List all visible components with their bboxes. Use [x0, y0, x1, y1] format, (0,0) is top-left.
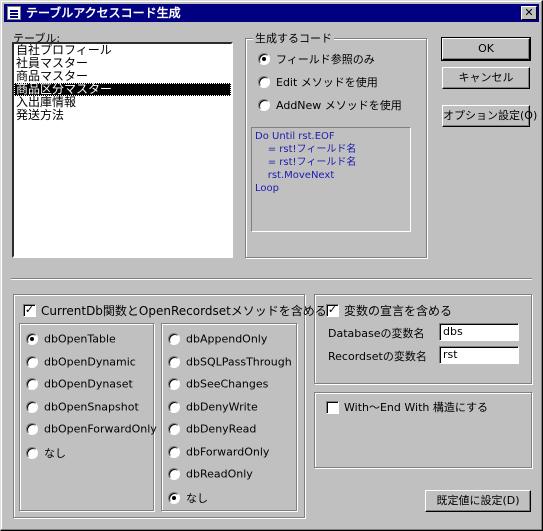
- open-option-radio[interactable]: dbForwardOnly: [168, 445, 269, 461]
- type-group: [19, 323, 154, 511]
- open-option-radio[interactable]: dbDenyWrite: [168, 400, 258, 416]
- open-type-radio[interactable]: なし: [26, 445, 66, 461]
- separator: [11, 278, 532, 280]
- db-var-input[interactable]: dbs: [439, 323, 519, 341]
- include-open-check: ✓: [23, 303, 36, 317]
- include-var-checkbox[interactable]: ✓ 変数の宣言を含める: [326, 302, 452, 318]
- open-option-radio-label: dbReadOnly: [186, 467, 253, 481]
- close-button[interactable]: ✕: [521, 6, 537, 20]
- open-option-radio[interactable]: dbSQLPassThrough: [168, 355, 292, 371]
- code-gen-radio[interactable]: AddNew メソッドを使用: [258, 97, 402, 113]
- open-type-radio-label: なし: [44, 446, 66, 460]
- code-line: Loop: [255, 183, 279, 194]
- code-gen-radio[interactable]: Edit メソッドを使用: [258, 74, 378, 90]
- open-type-radio-label: dbOpenForwardOnly: [44, 422, 157, 436]
- window-title: テーブルアクセスコード生成: [26, 6, 181, 20]
- title-bar[interactable]: テーブルアクセスコード生成 ✕: [4, 4, 539, 22]
- radio-button: [168, 468, 180, 480]
- radio-button: [26, 333, 38, 345]
- radio-button: [168, 355, 180, 368]
- open-option-radio-label: なし: [186, 491, 208, 505]
- code-gen-title: 生成するコード: [253, 30, 334, 46]
- radio-button: [168, 333, 180, 345]
- db-var-label: Databaseの変数名: [328, 327, 425, 340]
- open-type-radio[interactable]: dbOpenSnapshot: [26, 400, 139, 416]
- include-var-check: ✓: [326, 303, 339, 317]
- radio-button: [168, 445, 180, 458]
- open-type-radio-label: dbOpenDynaset: [44, 377, 133, 391]
- with-check: [326, 400, 339, 414]
- code-line: rst.MoveNext: [255, 170, 335, 181]
- rs-var-input[interactable]: rst: [439, 346, 519, 364]
- open-option-radio[interactable]: dbDenyRead: [168, 422, 256, 438]
- radio-button: [26, 446, 38, 459]
- open-type-radio[interactable]: dbOpenTable: [26, 332, 116, 348]
- with-checkbox[interactable]: With～End With 構造にする: [326, 399, 488, 415]
- open-option-radio-label: dbSQLPassThrough: [186, 355, 292, 368]
- code-preview: Do Until rst.EOF = rst!フィールド名 = rst!フィール…: [251, 127, 411, 232]
- table-listbox[interactable]: 自社プロフィール 社員マスター 商品マスター 商品区分マスター 入出庫情報 発送方法: [12, 42, 233, 258]
- code-line: Do Until rst.EOF: [255, 131, 335, 142]
- radio-button: [168, 378, 180, 390]
- open-type-radio-label: dbOpenTable: [44, 332, 116, 346]
- code-gen-radio-label: AddNew メソッドを使用: [276, 99, 402, 112]
- code-line: = rst!フィールド名: [255, 157, 357, 168]
- open-option-radio[interactable]: dbAppendOnly: [168, 332, 267, 348]
- radio-button: [258, 53, 270, 65]
- open-type-radio-label: dbOpenDynamic: [44, 355, 136, 368]
- radio-button: [26, 378, 38, 390]
- include-open-checkbox[interactable]: ✓ CurrentDb関数とOpenRecordsetメソッドを含める: [23, 302, 327, 318]
- open-option-radio-label: dbDenyRead: [186, 422, 257, 436]
- table-list-item[interactable]: 発送方法: [14, 109, 231, 122]
- code-gen-radio-label: Edit メソッドを使用: [276, 76, 378, 89]
- radio-button: [258, 76, 270, 88]
- open-option-radio[interactable]: なし: [168, 490, 208, 506]
- code-gen-radio[interactable]: フィールド参照のみ: [258, 51, 375, 67]
- open-option-radio-label: dbDenyWrite: [186, 400, 258, 413]
- options-button[interactable]: オプション設定(O): [442, 105, 537, 127]
- open-type-radio-label: dbOpenSnapshot: [44, 400, 139, 413]
- include-var-label: 変数の宣言を含める: [344, 304, 453, 318]
- open-type-radio[interactable]: dbOpenDynaset: [26, 377, 133, 393]
- radio-button: [168, 491, 180, 504]
- open-option-radio-label: dbAppendOnly: [186, 332, 268, 346]
- open-option-radio[interactable]: dbReadOnly: [168, 467, 253, 483]
- include-open-label: CurrentDb関数とOpenRecordsetメソッドを含める: [41, 304, 327, 318]
- radio-button: [26, 423, 38, 435]
- dialog-window: テーブルアクセスコード生成 ✕ テーブル: 自社プロフィール 社員マスター 商品マス…: [0, 0, 543, 531]
- ok-button[interactable]: OK: [441, 37, 531, 61]
- radio-button: [168, 400, 180, 413]
- open-option-radio-label: dbSeeChanges: [186, 377, 269, 391]
- form-icon: [7, 6, 21, 20]
- open-option-radio[interactable]: dbSeeChanges: [168, 377, 268, 393]
- rs-var-label: Recordsetの変数名: [328, 350, 427, 363]
- cancel-button[interactable]: キャンセル: [442, 67, 530, 89]
- radio-button: [168, 423, 180, 435]
- open-type-radio[interactable]: dbOpenForwardOnly: [26, 422, 157, 438]
- radio-button: [26, 355, 38, 368]
- code-line: = rst!フィールド名: [255, 144, 357, 155]
- set-default-button[interactable]: 既定値に設定(D): [425, 490, 531, 512]
- radio-button: [26, 400, 38, 413]
- code-gen-radio-label: フィールド参照のみ: [276, 53, 375, 66]
- radio-button: [258, 99, 270, 111]
- open-type-radio[interactable]: dbOpenDynamic: [26, 355, 136, 371]
- with-label: With～End With 構造にする: [344, 401, 488, 414]
- open-option-radio-label: dbForwardOnly: [186, 445, 270, 458]
